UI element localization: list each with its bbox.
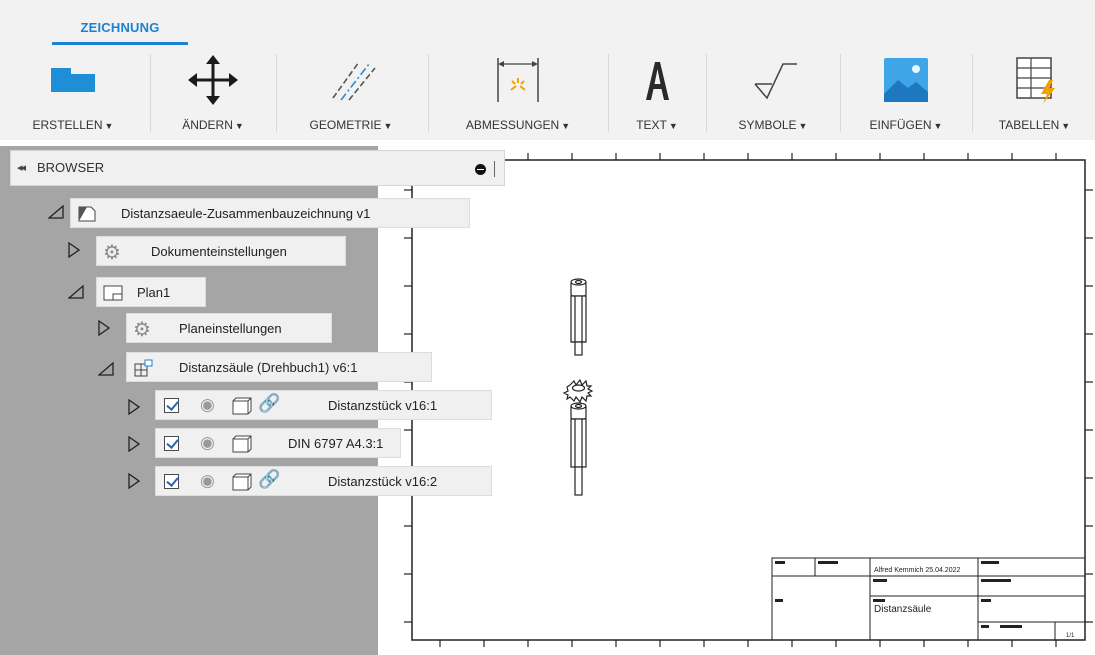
dropdown-caret-icon: ▼ (1061, 121, 1071, 131)
dimension-icon (497, 58, 539, 102)
create-sheet-icon (51, 68, 95, 92)
geometrie-button[interactable]: GEOMETRIE ▼ (278, 52, 424, 138)
abmessungen-label: ABMESSUNGEN (465, 118, 560, 132)
surface-texture-symbol-icon (754, 63, 797, 100)
toolbar-divider (608, 54, 609, 132)
collapsed-arrow-icon[interactable] (128, 473, 140, 489)
erstellen-button[interactable]: ERSTELLEN ▼ (0, 52, 146, 138)
visibility-checkbox[interactable] (164, 436, 179, 451)
toolbar-divider (840, 54, 841, 132)
fusion-drawing-workspace: ZEICHNUNG ERSTELLEN ▼ ÄNDERN ▼ GEOMETRIE… (0, 0, 1095, 655)
minimize-icon[interactable] (475, 164, 486, 175)
eye-icon[interactable]: ◉ (200, 433, 215, 453)
symbole-label: SYMBOLE (738, 118, 797, 132)
tree-node-label: Distanzsaeule-Zusammenbauzeichnung v1 (121, 206, 371, 221)
tree-node-label: Dokumenteinstellungen (151, 244, 287, 259)
active-tab-indicator (52, 42, 188, 45)
dropdown-caret-icon: ▼ (383, 121, 393, 131)
title-block-author-date: Alfred Kemmich 25.04.2022 (874, 567, 960, 574)
aendern-label: ÄNDERN (182, 118, 233, 132)
component-box-icon (232, 435, 252, 453)
tabellen-button[interactable]: TABELLEN ▼ (974, 52, 1095, 138)
erstellen-label: ERSTELLEN (32, 118, 103, 132)
tree-node-label: Distanzsäule (Drehbuch1) v6:1 (179, 360, 358, 375)
tree-node-label: DIN 6797 A4.3:1 (288, 436, 384, 451)
toolbar-divider (276, 54, 277, 132)
visibility-checkbox[interactable] (164, 398, 179, 413)
tree-node-drawing-view[interactable]: Distanzsäule (Drehbuch1) v6:1 (126, 352, 432, 382)
ribbon-toolbar: ZEICHNUNG ERSTELLEN ▼ ÄNDERN ▼ GEOMETRIE… (0, 0, 1095, 140)
aendern-button[interactable]: ÄNDERN ▼ (152, 52, 274, 138)
dropdown-caret-icon: ▼ (933, 121, 943, 131)
tree-node-label: Plan1 (137, 285, 171, 300)
tree-node-component-2[interactable]: ◉ DIN 6797 A4.3:1 (155, 428, 401, 458)
dropdown-caret-icon: ▼ (234, 121, 244, 131)
tree-node-root-drawing[interactable]: Distanzsaeule-Zusammenbauzeichnung v1 (70, 198, 470, 228)
dropdown-caret-icon: ▼ (798, 121, 808, 131)
tree-node-label: Distanzstück v16:2 (328, 474, 438, 489)
collapsed-arrow-icon[interactable] (128, 436, 140, 452)
panel-grip-icon[interactable] (494, 161, 495, 177)
expanded-arrow-icon[interactable] (98, 362, 114, 376)
geometrie-label: GEOMETRIE (309, 118, 382, 132)
symbole-button[interactable]: SYMBOLE ▼ (708, 52, 838, 138)
expanded-arrow-icon[interactable] (48, 205, 64, 219)
tree-node-component-3[interactable]: ◉ 🔗 Distanzstück v16:2 (155, 466, 492, 496)
title-block-part-name: Distanzsäule (874, 604, 932, 615)
tab-zeichnung-label: ZEICHNUNG (80, 20, 160, 35)
tree-node-component-1[interactable]: ◉ 🔗 Distanzstück v16:1 (155, 390, 492, 420)
spacer-upper (570, 278, 587, 356)
drawing-document-icon (78, 206, 96, 222)
toolbar-divider (706, 54, 707, 132)
visibility-checkbox[interactable] (164, 474, 179, 489)
text-label: TEXT (636, 118, 667, 132)
einfuegen-button[interactable]: EINFÜGEN ▼ (842, 52, 970, 138)
gear-icon: ⚙ (133, 319, 151, 341)
drawing-view-icon (134, 359, 153, 377)
toolbar-divider (428, 54, 429, 132)
tab-zeichnung[interactable]: ZEICHNUNG (52, 0, 188, 46)
lock-washer (562, 378, 594, 404)
move-arrows-icon (188, 55, 238, 105)
collapsed-arrow-icon[interactable] (128, 399, 140, 415)
dropdown-caret-icon: ▼ (561, 121, 571, 131)
sheet-icon (103, 285, 123, 301)
spacer-lower (570, 402, 587, 496)
sheet-border (411, 159, 1086, 641)
tree-node-label: Distanzstück v16:1 (328, 398, 438, 413)
dropdown-caret-icon: ▼ (104, 121, 114, 131)
link-icon: 🔗 (258, 469, 281, 489)
einfuegen-label: EINFÜGEN (869, 118, 932, 132)
text-icon (646, 62, 669, 100)
tree-node-sheet-settings[interactable]: ⚙ Planeinstellungen (126, 313, 332, 343)
collapse-panel-icon[interactable]: ◂◂ (17, 161, 26, 174)
assembly-view[interactable] (562, 278, 594, 496)
browser-header: ◂◂ BROWSER (10, 150, 505, 186)
toolbar-divider (972, 54, 973, 132)
insert-image-icon (884, 58, 928, 102)
toolbar-divider (150, 54, 151, 132)
collapsed-arrow-icon[interactable] (68, 242, 80, 258)
expanded-arrow-icon[interactable] (68, 285, 84, 299)
link-icon: 🔗 (258, 393, 281, 413)
eye-icon[interactable]: ◉ (200, 471, 215, 491)
dropdown-caret-icon: ▼ (668, 121, 678, 131)
tree-node-label: Planeinstellungen (179, 321, 282, 336)
gear-icon: ⚙ (103, 242, 121, 264)
tree-node-document-settings[interactable]: ⚙ Dokumenteinstellungen (96, 236, 346, 266)
browser-title: BROWSER (37, 160, 105, 175)
table-icon (1015, 57, 1055, 104)
tree-node-sheet[interactable]: Plan1 (96, 277, 206, 307)
component-box-icon (232, 473, 252, 491)
abmessungen-button[interactable]: ABMESSUNGEN ▼ (430, 52, 606, 138)
tabellen-label: TABELLEN (998, 118, 1060, 132)
title-block[interactable]: Alfred Kemmich 25.04.2022 Distanzsäule 1… (771, 557, 1086, 641)
text-button[interactable]: TEXT ▼ (610, 52, 704, 138)
zone-ticks (404, 153, 1093, 647)
title-block-sheet-number: 1/1 (1066, 633, 1075, 639)
collapsed-arrow-icon[interactable] (98, 320, 110, 336)
component-box-icon (232, 397, 252, 415)
centerline-geometry-icon (332, 61, 376, 101)
eye-icon[interactable]: ◉ (200, 395, 215, 415)
